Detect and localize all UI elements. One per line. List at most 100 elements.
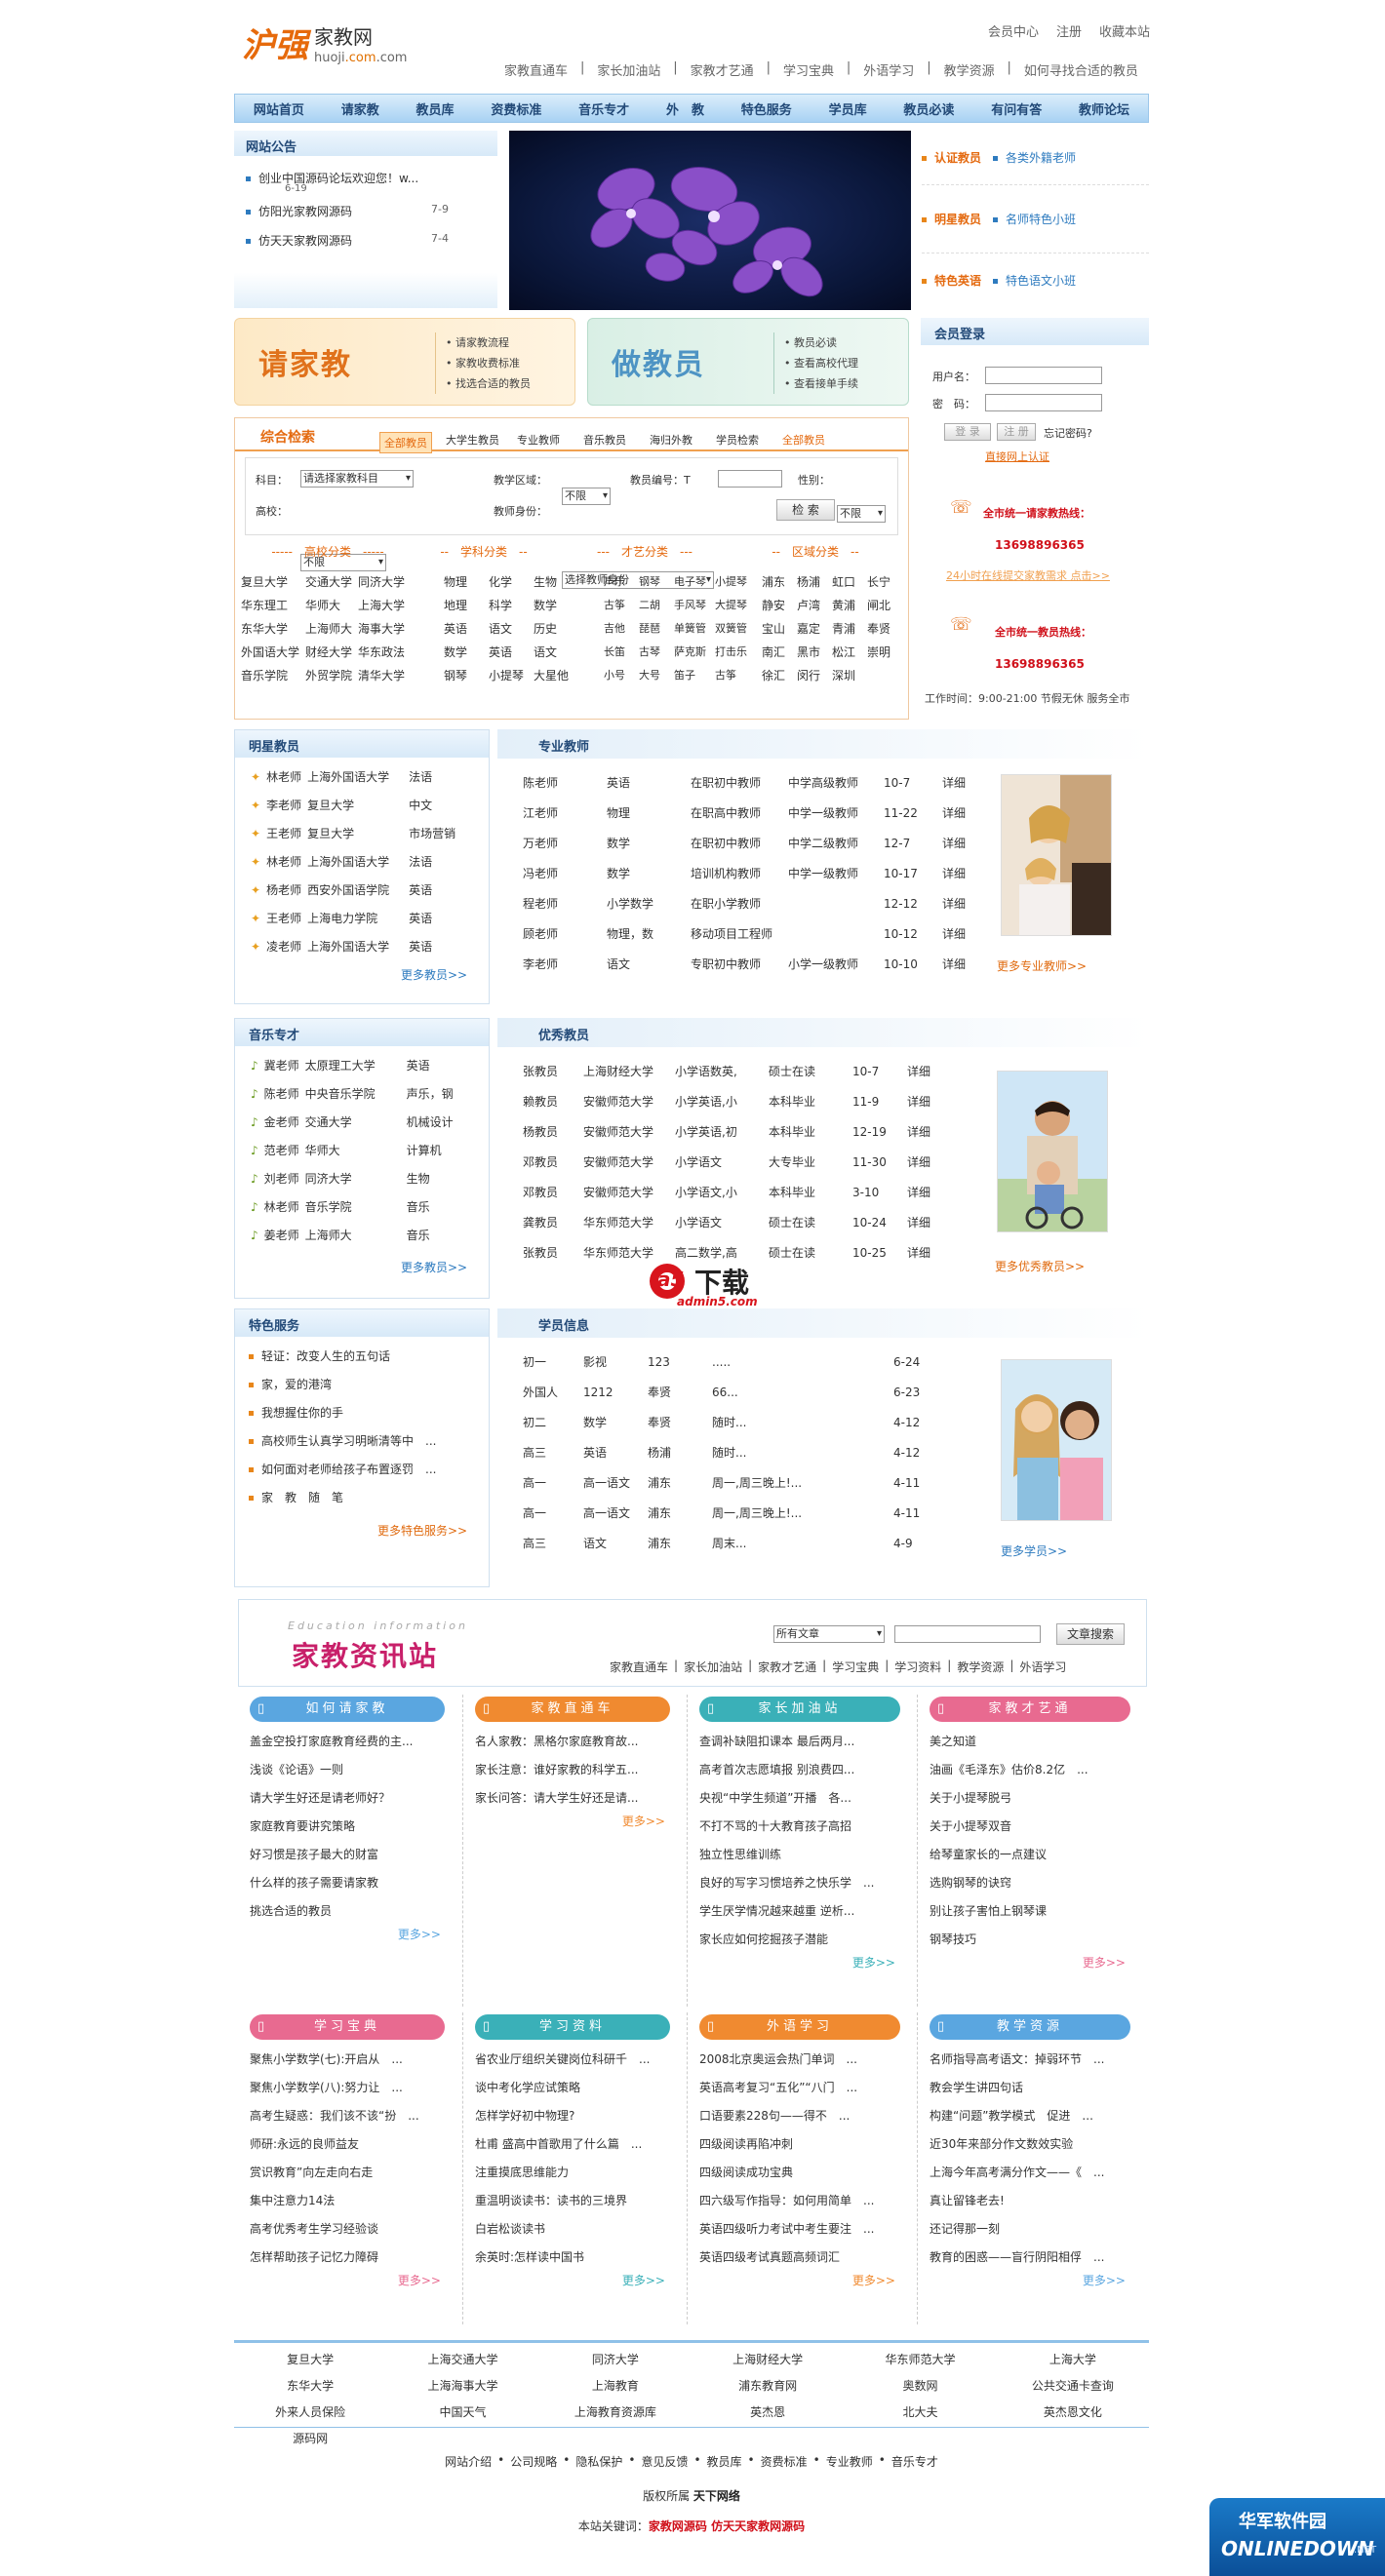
article-link[interactable]: 师研:永远的良师益友 xyxy=(250,2130,451,2159)
top-link[interactable]: 会员中心 xyxy=(988,25,1039,40)
school-link[interactable]: 外贸学院 xyxy=(305,668,358,683)
article-link[interactable]: 杜甫 盛高中首歌用了什么篇 ... xyxy=(475,2130,675,2159)
subject-link[interactable]: 大星他 xyxy=(534,668,578,683)
teacher-list-item[interactable]: ✦ 王老师 复旦大学 市场营销 xyxy=(251,820,489,848)
teacher-row[interactable]: 张教员 上海财经大学 小学语数英, 硕士在读 10-7 详细 xyxy=(523,1057,981,1087)
area-link[interactable]: 虹口 xyxy=(832,574,867,590)
right-link[interactable]: 各类外籍老师 xyxy=(1006,151,1076,165)
footer-link[interactable]: 意见反馈 xyxy=(641,2453,688,2470)
sub-nav-item[interactable]: 外语学习 xyxy=(863,60,914,79)
article-link[interactable]: 省农业厅组织关键岗位科研千 ... xyxy=(475,2046,675,2074)
article-link[interactable]: 家长问答：请大学生好还是请... xyxy=(475,1784,675,1813)
sub-nav-item[interactable]: 教学资源 xyxy=(944,60,995,79)
right-link[interactable]: 特色语文小班 xyxy=(1006,274,1076,288)
area-link[interactable]: 杨浦 xyxy=(797,574,832,590)
notice-item[interactable]: 仿天天家教网源码 7-4 xyxy=(246,232,490,261)
school-link[interactable]: 华东政法 xyxy=(358,644,411,660)
nav-item[interactable]: 学员库 xyxy=(829,99,867,118)
nav-item[interactable]: 音乐专才 xyxy=(578,99,629,118)
student-row[interactable]: 高三 语文 浦东 周末... 4-9 xyxy=(523,1529,981,1559)
nav-item[interactable]: 网站首页 xyxy=(254,99,304,118)
nav-item[interactable]: 教员库 xyxy=(416,99,455,118)
footer-link[interactable]: 公司规略 xyxy=(510,2453,557,2470)
more-link[interactable]: 更多>> xyxy=(699,1954,905,1971)
subject-link[interactable]: 科学 xyxy=(489,598,534,613)
special-list-item[interactable]: 家，爱的港湾 xyxy=(249,1371,489,1399)
school-link[interactable]: 外国语大学 xyxy=(241,644,305,660)
cert-link[interactable]: 直接网上认证 xyxy=(985,449,1049,464)
nav-item[interactable]: 特色服务 xyxy=(741,99,792,118)
article-search-input[interactable] xyxy=(894,1625,1041,1643)
teacher-row[interactable]: 顾老师 物理，数 移动项目工程师 10-12 详细 xyxy=(523,919,981,950)
subject-link[interactable]: 数学 xyxy=(534,598,578,613)
article-link[interactable]: 集中注意力14法 xyxy=(250,2187,451,2215)
school-link[interactable]: 财经大学 xyxy=(305,644,358,660)
article-link[interactable]: 选购钢琴的诀窍 xyxy=(930,1869,1135,1897)
subject-link[interactable]: 钢琴 xyxy=(444,668,489,683)
teacher-row[interactable]: 陈老师 英语 在职初中教师 中学高级教师 10-7 详细 xyxy=(523,768,981,799)
article-link[interactable]: 美之知道 xyxy=(930,1728,1135,1756)
article-link[interactable]: 挑选合适的教员 xyxy=(250,1897,451,1926)
id-input[interactable] xyxy=(718,470,782,488)
article-link[interactable]: 关于小提琴脱弓 xyxy=(930,1784,1135,1813)
more-link[interactable]: 更多>> xyxy=(475,1813,675,1829)
teacher-row[interactable]: 万老师 数学 在职初中教师 中学二级教师 12-7 详细 xyxy=(523,829,981,859)
art-link[interactable]: 笛子 xyxy=(674,668,715,683)
footer-link[interactable]: 网站介绍 xyxy=(445,2453,492,2470)
article-link[interactable]: 央视“中学生频道”开播 各... xyxy=(699,1784,905,1813)
teacher-row[interactable]: 江老师 物理 在职高中教师 中学一级教师 11-22 详细 xyxy=(523,799,981,829)
online-submit-link[interactable]: 24小时在线提交家教需求 点击>> xyxy=(946,567,1110,583)
orchid-banner[interactable] xyxy=(509,131,911,310)
friend-link[interactable]: 上海大学 xyxy=(997,2351,1149,2367)
sex-select[interactable]: 不限 xyxy=(837,505,886,523)
article-link[interactable]: 请大学生好还是请老师好？ xyxy=(250,1784,451,1813)
student-row[interactable]: 高三 英语 杨浦 随时... 4-12 xyxy=(523,1438,981,1468)
art-link[interactable]: 小提琴 xyxy=(715,574,750,590)
article-link[interactable]: 怎样学好初中物理? xyxy=(475,2102,675,2130)
article-link[interactable]: 家长注意：谁好家教的科学五... xyxy=(475,1756,675,1784)
footer-link[interactable]: 隐私保护 xyxy=(575,2453,622,2470)
sub-nav-item[interactable]: 学习宝典 xyxy=(783,60,834,79)
nav-item[interactable]: 教员必读 xyxy=(903,99,954,118)
more-link[interactable]: 更多>> xyxy=(475,2272,675,2288)
school-link[interactable]: 上海师大 xyxy=(305,621,358,637)
info-nav-item[interactable]: 家教才艺通 xyxy=(758,1659,816,1675)
area-link[interactable] xyxy=(867,668,896,683)
logo-cn[interactable]: 沪强 xyxy=(242,25,310,66)
teacher-row[interactable]: 杨教员 安徽师范大学 小学英语,初 本科毕业 12-19 详细 xyxy=(523,1117,981,1148)
area-link[interactable]: 深圳 xyxy=(832,668,867,683)
sub-nav-item[interactable]: 家长加油站 xyxy=(597,60,660,79)
special-list-item[interactable]: 我想握住你的手 xyxy=(249,1399,489,1427)
footer-link[interactable]: 教员库 xyxy=(707,2453,742,2470)
school-link[interactable]: 东华大学 xyxy=(241,621,305,637)
area-link[interactable]: 崇明 xyxy=(867,644,896,660)
article-link[interactable]: 2008北京奥运会热门单词 ... xyxy=(699,2046,905,2074)
school-link[interactable]: 上海大学 xyxy=(358,598,411,613)
school-link[interactable]: 清华大学 xyxy=(358,668,411,683)
forgot-link[interactable]: 忘记密码? xyxy=(1044,425,1092,441)
banner-link[interactable]: • 请家教流程 xyxy=(446,332,531,353)
more-link[interactable]: 更多专业教师>> xyxy=(997,957,1087,974)
student-row[interactable]: 高一 高一语文 浦东 周一,周三晚上!... 4-11 xyxy=(523,1499,981,1529)
special-list-item[interactable]: 如何面对老师给孩子布置逐罚 ... xyxy=(249,1456,489,1484)
article-link[interactable]: 独立性思维训练 xyxy=(699,1841,905,1869)
school-link[interactable]: 华师大 xyxy=(305,598,358,613)
right-link[interactable]: 明星教员 xyxy=(934,213,981,226)
area-link[interactable]: 徐汇 xyxy=(762,668,797,683)
article-link[interactable]: 教会学生讲四句话 xyxy=(930,2074,1135,2102)
banner-link[interactable]: • 家教收费标准 xyxy=(446,353,531,373)
art-link[interactable]: 打击乐 xyxy=(715,644,750,660)
friend-link[interactable]: 浦东教育网 xyxy=(692,2377,844,2394)
info-nav-item[interactable]: 家教直通车 xyxy=(610,1659,668,1675)
art-link[interactable]: 古筝 xyxy=(604,598,639,613)
subject-link[interactable]: 语文 xyxy=(489,621,534,637)
password-input[interactable] xyxy=(985,394,1102,411)
article-link[interactable]: 注重摸底思维能力 xyxy=(475,2159,675,2187)
info-column-title[interactable]: ▯ 教学资源 xyxy=(930,2014,1130,2040)
article-link[interactable]: 谈中考化学应试策略 xyxy=(475,2074,675,2102)
friend-link[interactable]: 外来人员保险 xyxy=(234,2403,386,2420)
article-link[interactable]: 白岩松谈读书 xyxy=(475,2215,675,2244)
more-link[interactable]: 更多>> xyxy=(930,1954,1135,1971)
more-link[interactable]: 更多学员>> xyxy=(1001,1542,1067,1559)
subject-link[interactable]: 化学 xyxy=(489,574,534,590)
